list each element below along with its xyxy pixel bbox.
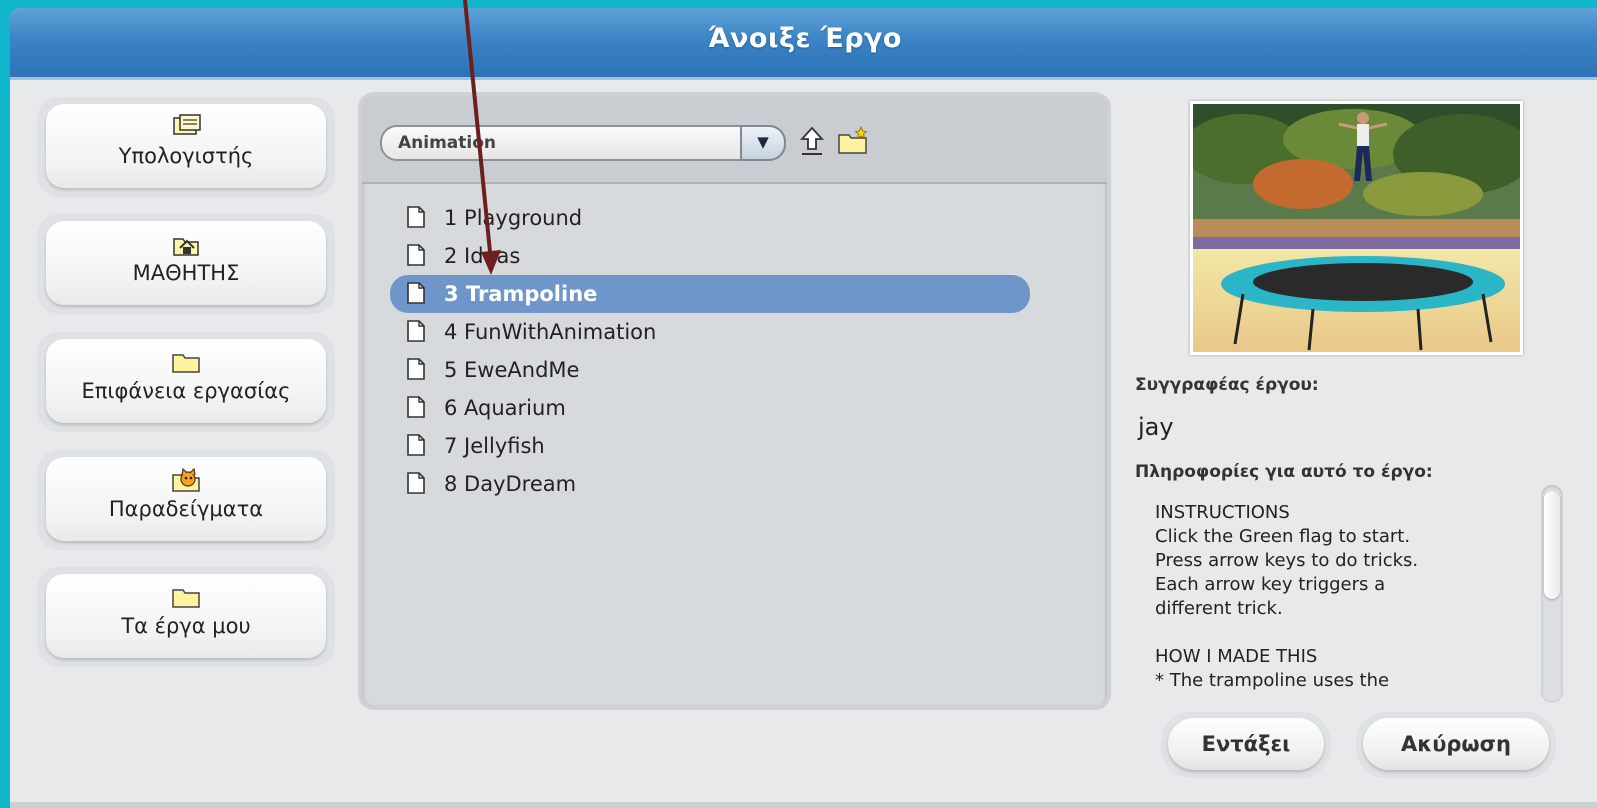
- project-notes[interactable]: INSTRUCTIONS Click the Green flag to sta…: [1155, 501, 1515, 701]
- file-name: 7 Jellyfish: [444, 434, 545, 458]
- document-icon: [407, 244, 425, 266]
- cancel-button[interactable]: Ακύρωση: [1363, 718, 1549, 770]
- location-student-button[interactable]: ΜΑΘΗΤΗΣ: [37, 214, 335, 314]
- notes-clip: [1140, 690, 1520, 704]
- file-item[interactable]: 8 DayDream: [390, 465, 1030, 503]
- scratch-cat-icon: [172, 467, 200, 492]
- browser-toolbar: Animation ▼: [362, 96, 1107, 184]
- document-icon: [407, 434, 425, 456]
- dialog-title: Άνοιξε Έργο: [708, 23, 902, 54]
- file-name: 8 DayDream: [444, 472, 577, 496]
- location-label: Παραδείγματα: [108, 497, 264, 521]
- home-folder-icon: [173, 238, 199, 256]
- location-desktop-button[interactable]: Επιφάνεια εργασίας: [37, 332, 335, 432]
- location-label: Τα έργα μου: [121, 614, 251, 638]
- project-thumbnail: [1190, 101, 1523, 355]
- file-list: 1 Playground 2 Ideas 3 Trampoline 4 FunWith…: [362, 199, 1107, 503]
- location-label: Επιφάνεια εργασίας: [81, 379, 291, 403]
- folder-icon: [172, 589, 200, 608]
- file-browser: Animation ▼ 1 Playground 2 Ideas 3 Trampol…: [362, 96, 1107, 706]
- scrollbar-thumb[interactable]: [1544, 491, 1560, 599]
- current-folder: Animation: [398, 133, 497, 153]
- file-item[interactable]: 1 Playground: [390, 199, 1030, 237]
- document-icon: [407, 282, 425, 304]
- author-label: Συγγραφέας έργου:: [1135, 375, 1319, 395]
- document-icon: [407, 206, 425, 228]
- folder-up-icon[interactable]: [798, 125, 826, 157]
- file-name: 1 Playground: [444, 206, 583, 230]
- file-name: 4 FunWithAnimation: [444, 320, 657, 344]
- file-item[interactable]: 2 Ideas: [390, 237, 1030, 275]
- document-icon: [407, 320, 425, 342]
- file-name: 6 Aquarium: [444, 396, 566, 420]
- file-item[interactable]: 3 Trampoline: [390, 275, 1030, 313]
- folder-dropdown[interactable]: Animation ▼: [380, 125, 786, 161]
- location-computer-button[interactable]: Υπολογιστής: [37, 97, 335, 197]
- author-value: jay: [1138, 413, 1174, 441]
- ok-button-frame: Εντάξει: [1161, 712, 1331, 778]
- ok-button[interactable]: Εντάξει: [1168, 718, 1324, 770]
- project-info-label: Πληροφορίες για αυτό το έργο:: [1135, 462, 1433, 482]
- file-item[interactable]: 7 Jellyfish: [390, 427, 1030, 465]
- document-icon: [407, 396, 425, 418]
- file-item[interactable]: 4 FunWithAnimation: [390, 313, 1030, 351]
- computer-icon: [173, 114, 201, 135]
- location-label: Υπολογιστής: [118, 144, 254, 168]
- notes-scrollbar[interactable]: [1541, 485, 1563, 703]
- folder-icon: [172, 354, 200, 373]
- file-name: 3 Trampoline: [444, 282, 598, 306]
- document-icon: [407, 472, 425, 494]
- file-name: 2 Ideas: [444, 244, 521, 268]
- file-item[interactable]: 6 Aquarium: [390, 389, 1030, 427]
- location-examples-button[interactable]: Παραδείγματα: [37, 450, 335, 550]
- file-name: 5 EweAndMe: [444, 358, 580, 382]
- location-my-projects-button[interactable]: Τα έργα μου: [37, 567, 335, 667]
- location-label: ΜΑΘΗΤΗΣ: [132, 261, 240, 285]
- new-folder-icon[interactable]: [837, 125, 869, 157]
- chevron-down-icon[interactable]: ▼: [740, 125, 786, 161]
- file-item[interactable]: 5 EweAndMe: [390, 351, 1030, 389]
- cancel-button-frame: Ακύρωση: [1356, 712, 1556, 778]
- document-icon: [407, 358, 425, 380]
- title-bar: Άνοιξε Έργο: [10, 8, 1597, 80]
